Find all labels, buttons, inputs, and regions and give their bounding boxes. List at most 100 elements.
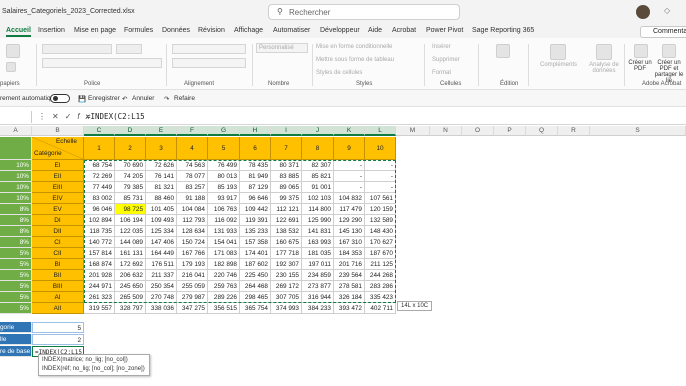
column-header-p[interactable]: P: [494, 126, 526, 136]
salary-cell[interactable]: 259 763: [208, 281, 240, 292]
salary-cell[interactable]: 74 563: [177, 160, 208, 171]
cell-styles-button[interactable]: Styles de cellules: [316, 70, 362, 76]
salary-cell[interactable]: 234 859: [302, 270, 334, 281]
salary-cell[interactable]: 112 121: [271, 204, 302, 215]
font-size-dropdown[interactable]: [116, 44, 142, 54]
salary-cell[interactable]: 76 499: [208, 160, 240, 171]
salary-cell[interactable]: 116 092: [208, 215, 240, 226]
salary-cell[interactable]: 179 193: [177, 259, 208, 270]
salary-cell[interactable]: 161 131: [115, 248, 146, 259]
salary-cell[interactable]: 220 746: [208, 270, 240, 281]
category-cell[interactable]: EIII: [32, 182, 84, 193]
salary-cell[interactable]: -: [365, 160, 396, 171]
salary-cell[interactable]: 365 754: [240, 303, 271, 314]
category-cell[interactable]: EI: [32, 160, 84, 171]
salary-cell[interactable]: 270 748: [146, 292, 177, 303]
salary-cell[interactable]: 298 465: [240, 292, 271, 303]
salary-cell[interactable]: 245 650: [115, 281, 146, 292]
salary-cell[interactable]: 174 401: [240, 248, 271, 259]
salary-cell[interactable]: 117 479: [334, 204, 365, 215]
percentage-cell[interactable]: 8%: [0, 237, 32, 248]
undo-button[interactable]: Annuler: [132, 95, 154, 102]
tab-aide[interactable]: Aide: [368, 27, 382, 34]
column-header-m[interactable]: M: [396, 126, 430, 136]
salary-cell[interactable]: 170 627: [365, 237, 396, 248]
column-header-b[interactable]: B: [32, 126, 84, 136]
salary-cell[interactable]: 106 194: [115, 215, 146, 226]
salary-cell[interactable]: 347 275: [177, 303, 208, 314]
percentage-cell[interactable]: 5%: [0, 281, 32, 292]
salary-cell[interactable]: 114 800: [302, 204, 334, 215]
salary-cell[interactable]: 264 468: [240, 281, 271, 292]
salary-cell[interactable]: 239 564: [334, 270, 365, 281]
redo-button[interactable]: Refaire: [174, 95, 195, 102]
echelle-header[interactable]: 6: [240, 137, 271, 160]
column-header-d[interactable]: D: [115, 126, 146, 136]
percentage-cell[interactable]: 8%: [0, 204, 32, 215]
salary-cell[interactable]: 102 103: [302, 193, 334, 204]
column-header-k[interactable]: K: [334, 126, 365, 136]
echelle-header[interactable]: 1: [84, 137, 115, 160]
create-pdf-icon[interactable]: [634, 44, 648, 58]
salary-cell[interactable]: 141 831: [302, 226, 334, 237]
salary-cell[interactable]: 109 442: [240, 204, 271, 215]
salary-cell[interactable]: 316 944: [302, 292, 334, 303]
salary-cell[interactable]: 82 307: [302, 160, 334, 171]
category-cell[interactable]: DI: [32, 215, 84, 226]
column-header-c[interactable]: C: [84, 126, 115, 136]
salary-cell[interactable]: 68 754: [84, 160, 115, 171]
percentage-cell[interactable]: 10%: [0, 182, 32, 193]
column-header-n[interactable]: N: [430, 126, 462, 136]
tab-donn-es[interactable]: Données: [162, 27, 190, 34]
share-pdf-icon[interactable]: [662, 44, 676, 58]
salary-cell[interactable]: 120 159: [365, 204, 396, 215]
salary-cell[interactable]: 101 405: [146, 204, 177, 215]
salary-cell[interactable]: 211 337: [146, 270, 177, 281]
format-as-table-button[interactable]: Mettre sous forme de tableau: [316, 57, 394, 63]
salary-cell[interactable]: 176 511: [146, 259, 177, 270]
salary-cell[interactable]: 89 065: [271, 182, 302, 193]
salary-cell[interactable]: 182 898: [208, 259, 240, 270]
salary-cell[interactable]: 145 130: [334, 226, 365, 237]
salary-cell[interactable]: 328 797: [115, 303, 146, 314]
echelle-header[interactable]: 7: [271, 137, 302, 160]
echelle-header[interactable]: 9: [334, 137, 365, 160]
row-label-empty[interactable]: [0, 137, 32, 160]
salary-cell[interactable]: 76 141: [146, 171, 177, 182]
salary-cell[interactable]: 157 358: [240, 237, 271, 248]
echelle-header[interactable]: 3: [146, 137, 177, 160]
sum-icon[interactable]: [496, 44, 510, 58]
salary-cell[interactable]: 167 766: [177, 248, 208, 259]
category-cell[interactable]: BIII: [32, 281, 84, 292]
tooltip-line-2[interactable]: INDEX(réf; no_lig; [no_col]; [no_zone]): [42, 365, 146, 374]
search-box[interactable]: ⚲ Rechercher: [268, 4, 460, 20]
category-cell[interactable]: EIV: [32, 193, 84, 204]
salary-cell[interactable]: 85 821: [302, 171, 334, 182]
echelle-header[interactable]: 8: [302, 137, 334, 160]
column-header-o[interactable]: O: [462, 126, 494, 136]
echelle-header[interactable]: 4: [177, 137, 208, 160]
autosave-toggle[interactable]: [50, 94, 70, 103]
salary-cell[interactable]: 167 310: [334, 237, 365, 248]
salary-cell[interactable]: 148 430: [365, 226, 396, 237]
category-cell[interactable]: BII: [32, 270, 84, 281]
salary-cell[interactable]: 255 059: [177, 281, 208, 292]
tooltip-line-1[interactable]: INDEX(matrice; no_lig; [no_col]): [42, 356, 146, 365]
tab-affichage[interactable]: Affichage: [234, 27, 263, 34]
column-header-j[interactable]: J: [302, 126, 334, 136]
salary-cell[interactable]: 326 184: [334, 292, 365, 303]
salary-cell[interactable]: 177 718: [271, 248, 302, 259]
salary-cell[interactable]: 96 646: [240, 193, 271, 204]
salary-cell[interactable]: 201 716: [334, 259, 365, 270]
salary-cell[interactable]: 122 691: [271, 215, 302, 226]
create-pdf-button[interactable]: Créer un PDF: [628, 60, 652, 72]
percentage-cell[interactable]: 5%: [0, 292, 32, 303]
salary-cell[interactable]: 128 634: [177, 226, 208, 237]
salary-cell[interactable]: 88 460: [146, 193, 177, 204]
salary-cell[interactable]: 122 035: [115, 226, 146, 237]
tab-sage-reporting-365[interactable]: Sage Reporting 365: [472, 27, 534, 34]
percentage-cell[interactable]: 8%: [0, 226, 32, 237]
salary-cell[interactable]: 393 472: [334, 303, 365, 314]
font-format-row[interactable]: [42, 58, 162, 68]
salary-cell[interactable]: 81 321: [146, 182, 177, 193]
